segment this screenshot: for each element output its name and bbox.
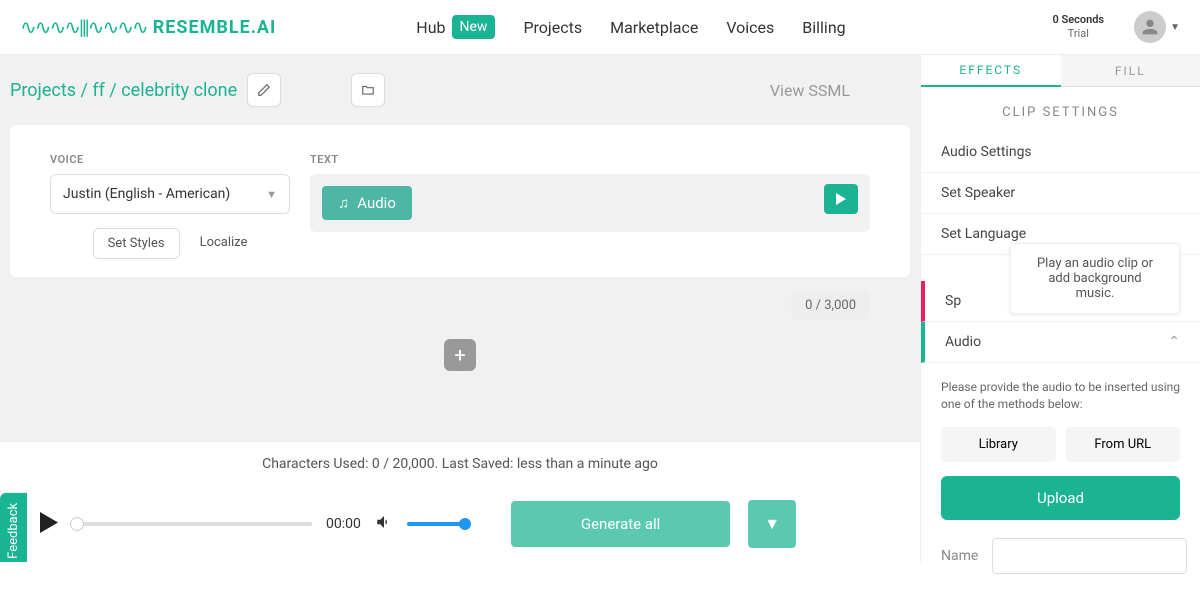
item-audio[interactable]: Audio ⌃ xyxy=(921,322,1200,363)
nav-hub[interactable]: Hub New xyxy=(416,15,495,39)
chevron-down-icon: ▼ xyxy=(1170,22,1180,33)
from-url-button[interactable]: From URL xyxy=(1066,427,1181,462)
nav-projects[interactable]: Projects xyxy=(523,15,582,39)
new-badge: New xyxy=(452,15,496,39)
text-label: TEXT xyxy=(310,153,870,166)
chevron-down-icon: ▼ xyxy=(266,188,277,201)
breadcrumb[interactable]: Projects / ff / celebrity clone xyxy=(10,80,237,101)
voice-label: VOICE xyxy=(50,153,290,166)
clip-card: VOICE Justin (English - American) ▼ Set … xyxy=(10,125,910,277)
music-note-icon: ♫ xyxy=(338,194,349,212)
feedback-tab[interactable]: 💬 Feedback xyxy=(0,493,27,562)
library-button[interactable]: Library xyxy=(941,427,1056,462)
trial-seconds: 0 Seconds xyxy=(1052,13,1104,27)
voice-selected: Justin (English - American) xyxy=(63,186,230,202)
upload-button[interactable]: Upload xyxy=(941,476,1180,520)
time-display: 00:00 xyxy=(326,516,361,532)
item-audio-label: Audio xyxy=(945,334,981,350)
char-count: 0 / 3,000 xyxy=(791,292,870,319)
logo-text: RESEMBLE.AI xyxy=(153,17,277,38)
volume-knob[interactable] xyxy=(459,518,471,530)
stats-text: Characters Used: 0 / 20,000. Last Saved:… xyxy=(0,441,920,486)
logo[interactable]: ∿∿∿∿|||∿∿∿∿ RESEMBLE.AI xyxy=(20,15,276,39)
progress-slider[interactable] xyxy=(72,522,312,526)
nav-billing[interactable]: Billing xyxy=(802,15,845,39)
volume-slider[interactable] xyxy=(407,522,467,526)
play-button[interactable] xyxy=(40,512,58,537)
audio-description: Please provide the audio to be inserted … xyxy=(941,379,1180,413)
tab-effects[interactable]: EFFECTS xyxy=(921,55,1061,87)
item-set-speaker[interactable]: Set Speaker xyxy=(921,173,1200,214)
edit-button[interactable] xyxy=(247,73,281,107)
user-menu[interactable]: ▼ xyxy=(1134,11,1180,43)
chevron-up-icon: ⌃ xyxy=(1168,334,1180,350)
name-input[interactable] xyxy=(992,538,1187,574)
voice-select[interactable]: Justin (English - American) ▼ xyxy=(50,174,290,214)
name-label: Name xyxy=(941,548,978,564)
volume-icon[interactable] xyxy=(375,513,393,535)
audio-chip-label: Audio xyxy=(357,194,396,212)
add-clip-button[interactable]: + xyxy=(444,339,476,371)
nav-voices[interactable]: Voices xyxy=(726,15,774,39)
trial-info: 0 Seconds Trial xyxy=(1052,13,1104,42)
text-input-area[interactable]: ♫ Audio xyxy=(310,174,870,232)
progress-knob[interactable] xyxy=(70,517,84,531)
generate-all-button[interactable]: Generate all xyxy=(511,501,730,547)
play-clip-button[interactable] xyxy=(824,184,858,214)
tab-fill[interactable]: FILL xyxy=(1061,55,1200,87)
feedback-label: Feedback xyxy=(6,503,21,559)
audio-chip[interactable]: ♫ Audio xyxy=(322,186,412,220)
panel-title: CLIP SETTINGS xyxy=(921,87,1200,132)
folder-button[interactable] xyxy=(351,73,385,107)
set-styles-button[interactable]: Set Styles xyxy=(93,228,180,259)
tooltip: Play an audio clip or add background mus… xyxy=(1010,243,1180,314)
avatar-icon xyxy=(1134,11,1166,43)
trial-label: Trial xyxy=(1052,27,1104,41)
view-ssml-link[interactable]: View SSML xyxy=(770,81,850,100)
generate-dropdown[interactable]: ▼ xyxy=(748,500,796,548)
nav-marketplace[interactable]: Marketplace xyxy=(610,15,698,39)
item-audio-settings[interactable]: Audio Settings xyxy=(921,132,1200,173)
nav-hub-label: Hub xyxy=(416,18,445,37)
localize-button[interactable]: Localize xyxy=(200,228,248,259)
logo-wave-icon: ∿∿∿∿|||∿∿∿∿ xyxy=(20,15,147,39)
